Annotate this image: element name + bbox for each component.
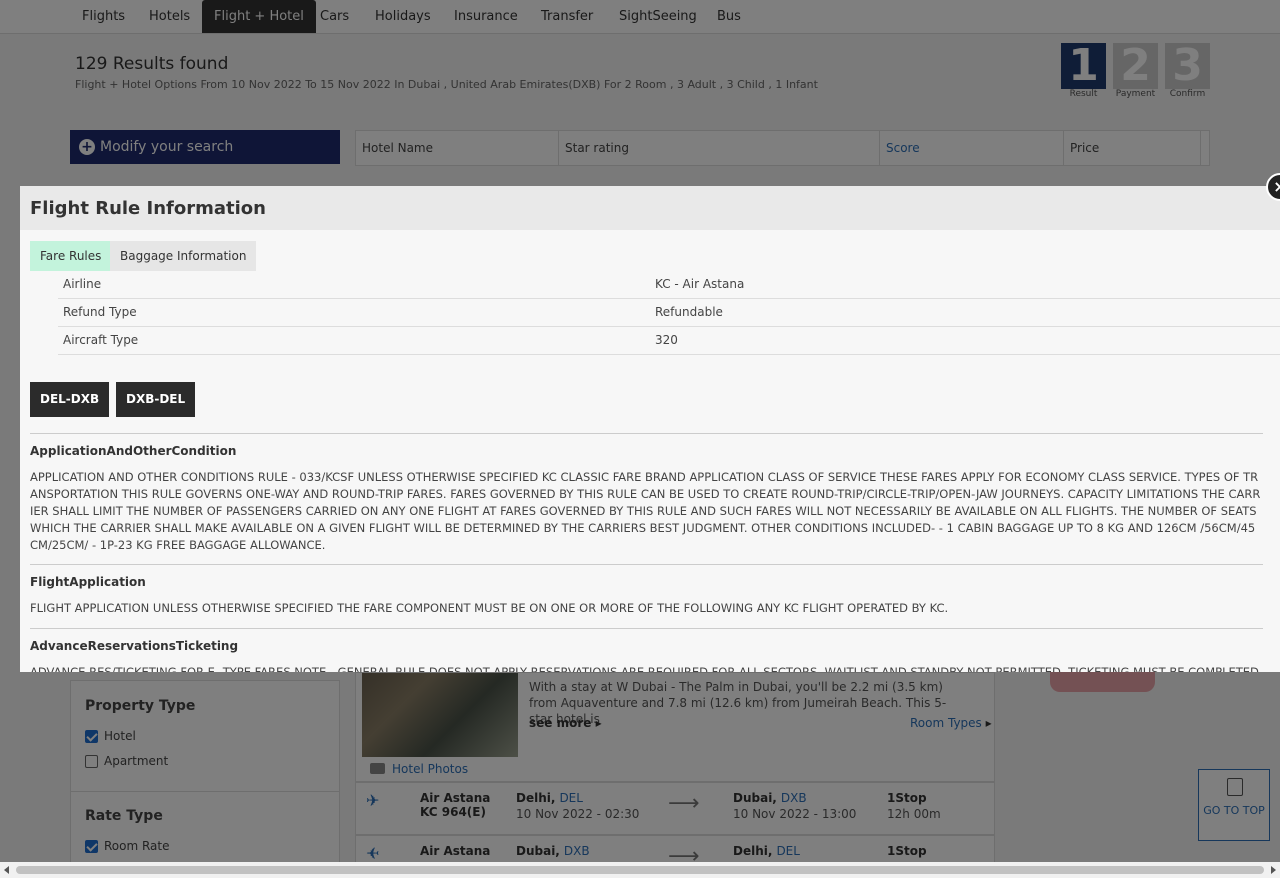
rule-heading: ApplicationAndOtherCondition: [30, 444, 237, 458]
rule-text: APPLICATION AND OTHER CONDITIONS RULE - …: [30, 470, 1261, 552]
rule-heading: FlightApplication: [30, 575, 146, 589]
info-value: Refundable: [655, 305, 723, 319]
rule-text: ADVANCE RES/TICKETING FOR E- TYPE FARES …: [30, 665, 1259, 672]
tab-fare-rules[interactable]: Fare Rules: [30, 241, 112, 271]
rule-flight-application: FlightApplication FLIGHT APPLICATION UNL…: [30, 565, 1263, 629]
info-row-airline: Airline KC - Air Astana: [58, 271, 1280, 299]
scrollbar-thumb[interactable]: [16, 866, 1264, 874]
info-row-aircraft-type: Aircraft Type 320: [58, 327, 1280, 355]
page-horizontal-scrollbar[interactable]: [0, 862, 1280, 878]
rule-advance-reservations: AdvanceReservationsTicketing ADVANCE RES…: [30, 629, 1263, 672]
modal-title: Flight Rule Information: [30, 198, 266, 219]
fare-rules-content[interactable]: ApplicationAndOtherCondition APPLICATION…: [30, 433, 1263, 672]
flight-rule-modal: Flight Rule Information Fare Rules Bagga…: [20, 186, 1280, 672]
segment-del-dxb-button[interactable]: DEL-DXB: [30, 382, 110, 417]
info-key: Aircraft Type: [63, 333, 139, 347]
rule-text: FLIGHT APPLICATION UNLESS OTHERWISE SPEC…: [30, 601, 949, 615]
info-key: Airline: [63, 277, 102, 291]
rule-heading: AdvanceReservationsTicketing: [30, 639, 239, 653]
info-row-refund-type: Refund Type Refundable: [58, 299, 1280, 327]
scroll-left-icon[interactable]: [4, 866, 9, 874]
modal-header: Flight Rule Information: [20, 186, 1280, 230]
info-value: KC - Air Astana: [655, 277, 745, 291]
info-value: 320: [655, 333, 678, 347]
tab-baggage-information[interactable]: Baggage Information: [110, 241, 257, 271]
scroll-right-icon[interactable]: [1271, 866, 1276, 874]
info-key: Refund Type: [63, 305, 137, 319]
rule-application-condition: ApplicationAndOtherCondition APPLICATION…: [30, 434, 1263, 565]
segment-dxb-del-button[interactable]: DXB-DEL: [116, 382, 196, 417]
